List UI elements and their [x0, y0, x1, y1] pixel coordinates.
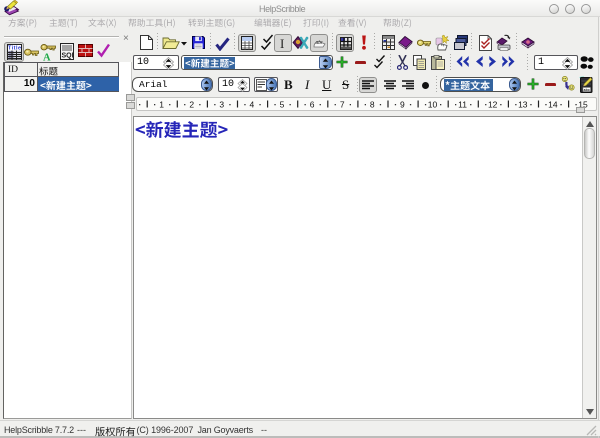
svg-text:8: 8 — [370, 100, 375, 110]
svg-text:6: 6 — [310, 100, 315, 110]
svg-text:14: 14 — [548, 100, 558, 110]
svg-text:13: 13 — [518, 100, 528, 110]
svg-text:3: 3 — [219, 100, 224, 110]
svg-text:5: 5 — [280, 100, 285, 110]
svg-text:abr: abr — [316, 40, 324, 46]
svg-text:2: 2 — [189, 100, 194, 110]
svg-text:A: A — [43, 53, 51, 62]
svg-text:11: 11 — [458, 100, 467, 110]
svg-text:7: 7 — [340, 100, 345, 110]
svg-text:9: 9 — [400, 100, 405, 110]
svg-text:12: 12 — [488, 100, 498, 110]
svg-text:10: 10 — [428, 100, 438, 110]
svg-text:SQL: SQL — [62, 53, 75, 60]
svg-text:abc: abc — [584, 88, 590, 93]
svg-text:4: 4 — [250, 100, 255, 110]
svg-text:1: 1 — [159, 100, 164, 110]
